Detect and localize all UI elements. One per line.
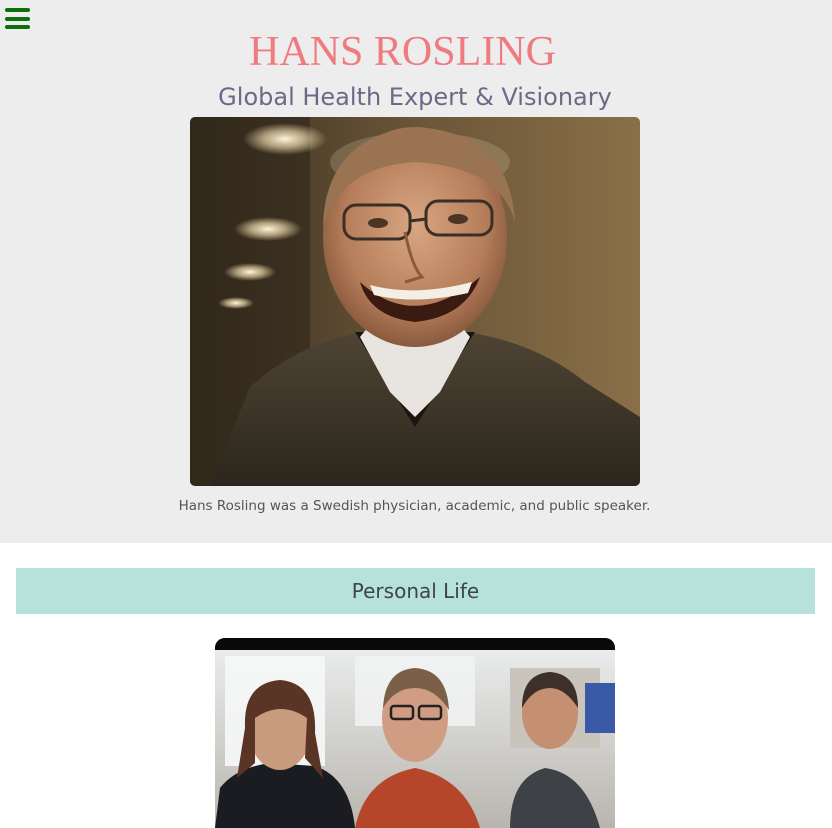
page-subtitle: Global Health Expert & Visionary bbox=[218, 83, 612, 111]
header-section: HANS ROSLING Global Health Expert & Visi… bbox=[0, 0, 832, 543]
portrait-photo bbox=[190, 117, 640, 486]
page-title: HANS ROSLING bbox=[249, 29, 556, 75]
menu-bar-middle bbox=[5, 16, 30, 21]
portrait-caption: Hans Rosling was a Swedish physician, ac… bbox=[178, 498, 651, 514]
family-photo bbox=[215, 638, 615, 828]
hamburger-menu-icon[interactable] bbox=[5, 8, 30, 29]
menu-bar-top bbox=[5, 8, 30, 12]
section-heading-personal-life: Personal Life bbox=[16, 568, 815, 614]
